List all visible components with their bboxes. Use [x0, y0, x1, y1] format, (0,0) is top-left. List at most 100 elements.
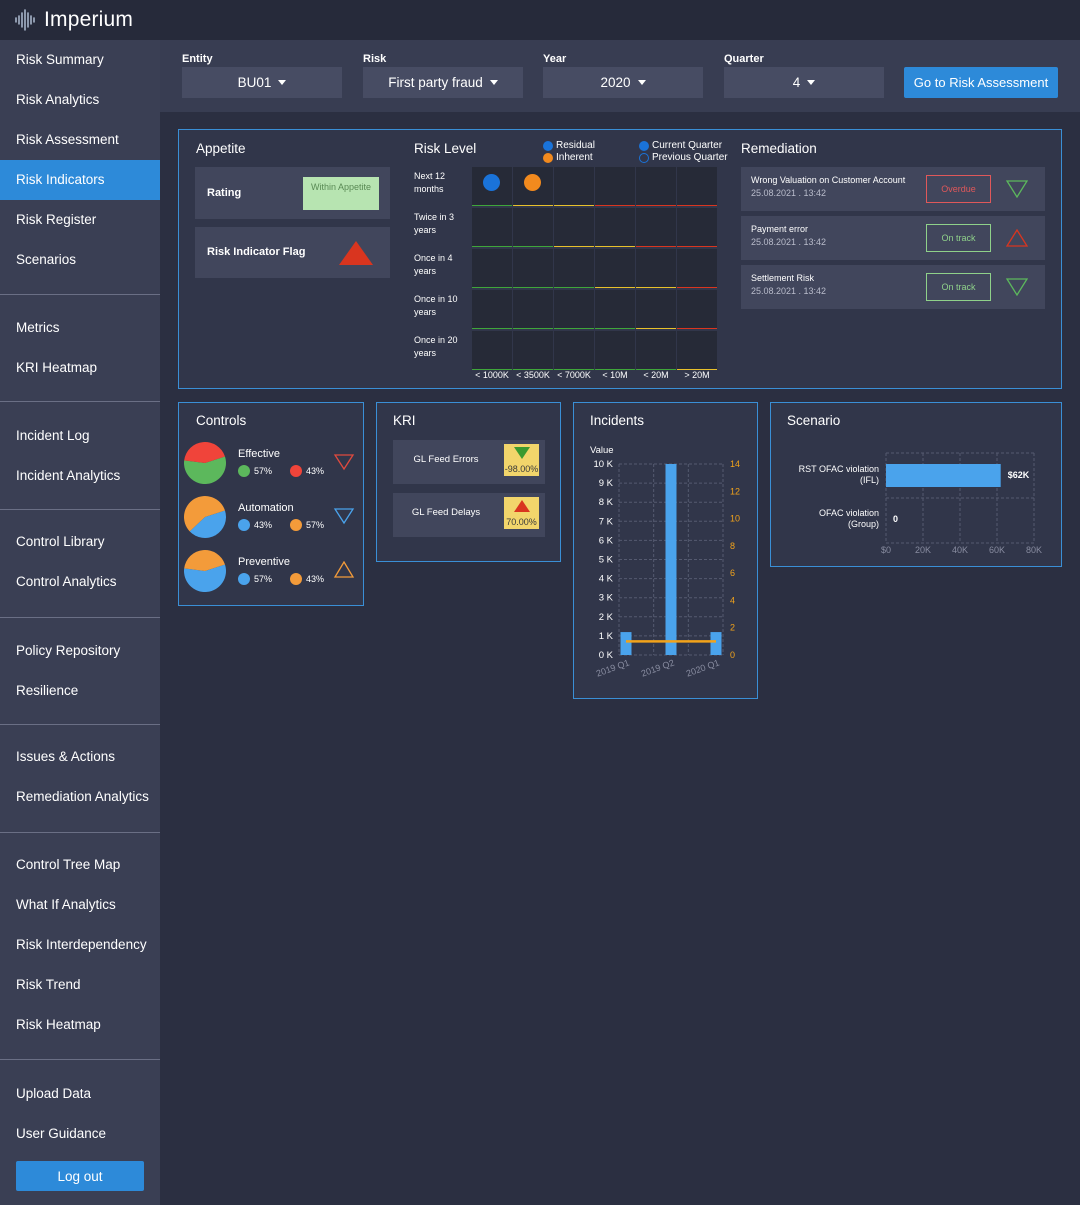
risk-label: Risk [363, 53, 387, 65]
risk-row-label: Once in 10 years [414, 294, 458, 317]
sidebar-item-incident-log[interactable]: Incident Log [0, 416, 160, 456]
sidebar-item-user-guidance[interactable]: User Guidance [0, 1114, 160, 1154]
incidents-chart: Value 0 K 1 K 2 K 3 K 4 K 5 K 6 K 7 K 8 K 9 K 10 K 0… [590, 445, 740, 679]
go-to-risk-assessment-button[interactable]: Go to Risk Assessment [904, 67, 1058, 98]
risk-cell[interactable] [636, 331, 676, 370]
sidebar-item-control-tree-map[interactable]: Control Tree Map [0, 845, 160, 885]
risk-threshold-line [677, 287, 717, 288]
x-tick-label: 20K [915, 545, 931, 555]
risk-cell[interactable] [595, 290, 635, 329]
risk-cell[interactable] [513, 331, 553, 370]
risk-col-label: < 7000K [557, 370, 591, 380]
incidents-ylabel: Value [590, 445, 614, 456]
logout-button[interactable]: Log out [16, 1161, 144, 1191]
sidebar-item-risk-interdependency[interactable]: Risk Interdependency [0, 925, 160, 965]
risk-overview-panel: Appetite Rating Within Appetite Risk Ind… [178, 129, 1062, 389]
risk-threshold-line [554, 328, 594, 329]
sidebar-item-risk-summary[interactable]: Risk Summary [0, 40, 160, 80]
legend-dot-icon [290, 519, 302, 531]
remediation-item[interactable]: Payment error 25.08.2021 . 13:42 On track [741, 216, 1045, 260]
risk-cell[interactable] [554, 331, 594, 370]
risk-cell[interactable] [513, 249, 553, 288]
scenario-bar[interactable] [886, 464, 1001, 487]
risk-cell[interactable] [513, 208, 553, 247]
risk-cell[interactable] [677, 249, 717, 288]
sidebar-item-risk-trend[interactable]: Risk Trend [0, 965, 160, 1005]
risk-cell[interactable] [513, 290, 553, 329]
y2-tick-label: 2 [730, 623, 735, 633]
risk-row-label: Once in 4 years [414, 253, 453, 276]
sidebar-item-issues-actions[interactable]: Issues & Actions [0, 737, 160, 777]
sidebar-item-incident-analytics[interactable]: Incident Analytics [0, 456, 160, 496]
rating-badge: Within Appetite [303, 177, 379, 210]
sidebar-item-remediation-analytics[interactable]: Remediation Analytics [0, 777, 160, 817]
y-tick-label: 8 K [599, 497, 614, 508]
risk-cell[interactable] [677, 167, 717, 206]
quarter-select[interactable]: 4 [724, 67, 884, 98]
risk-select[interactable]: First party fraud [363, 67, 523, 98]
incidents-bar[interactable] [665, 464, 677, 655]
sidebar-item-upload-data[interactable]: Upload Data [0, 1074, 160, 1114]
risk-cell[interactable] [595, 249, 635, 288]
x-tick-label: 80K [1026, 545, 1042, 555]
risk-cell[interactable] [636, 249, 676, 288]
legend-dot-icon [238, 573, 250, 585]
risk-cell[interactable] [636, 167, 676, 206]
incidents-title: Incidents [590, 413, 645, 428]
logo[interactable]: Imperium [14, 8, 133, 32]
risk-threshold-line [554, 205, 594, 206]
risk-cell[interactable] [472, 290, 512, 329]
risk-cell[interactable] [677, 290, 717, 329]
sidebar-item-risk-heatmap[interactable]: Risk Heatmap [0, 1005, 160, 1045]
category-label-suffix: (IFL) [860, 475, 879, 485]
remediation-item[interactable]: Settlement Risk 25.08.2021 . 13:42 On trac… [741, 265, 1045, 309]
risk-cell[interactable] [677, 331, 717, 370]
sidebar-item-control-library[interactable]: Control Library [0, 522, 160, 562]
risk-cell[interactable] [554, 290, 594, 329]
category-label: OFAC violation [819, 508, 879, 518]
sidebar-item-metrics[interactable]: Metrics [0, 308, 160, 348]
incidents-bar[interactable] [710, 632, 722, 655]
sidebar-item-risk-assessment[interactable]: Risk Assessment [0, 120, 160, 160]
legend-dot-icon [238, 465, 250, 477]
remediation-item[interactable]: Wrong Valuation on Customer Account 25.08… [741, 167, 1045, 211]
year-select[interactable]: 2020 [543, 67, 703, 98]
risk-threshold-line [513, 205, 553, 206]
kri-item[interactable]: GL Feed Errors -98.00% [393, 440, 545, 484]
y2-tick-label: 12 [730, 486, 740, 496]
risk-cell[interactable] [554, 208, 594, 247]
sidebar-item-what-if-analytics[interactable]: What If Analytics [0, 885, 160, 925]
sidebar-item-kri-heatmap[interactable]: KRI Heatmap [0, 348, 160, 388]
control-name: Automation [238, 502, 294, 514]
risk-cell[interactable] [677, 208, 717, 247]
sidebar-item-resilience[interactable]: Resilience [0, 671, 160, 711]
triangle-down-icon [514, 447, 530, 459]
x-tick-label: $0 [881, 545, 891, 555]
risk-cell[interactable] [554, 249, 594, 288]
sidebar-item-scenarios[interactable]: Scenarios [0, 240, 160, 280]
risk-cell[interactable] [472, 249, 512, 288]
scenario-panel: Scenario $0 20K 40K 60K 80K RST OFAC violatio… [770, 402, 1062, 567]
sidebar-item-risk-register[interactable]: Risk Register [0, 200, 160, 240]
sidebar-item-control-analytics[interactable]: Control Analytics [0, 562, 160, 602]
kri-item[interactable]: GL Feed Delays 70.00% [393, 493, 545, 537]
risk-cell[interactable] [472, 208, 512, 247]
year-label: Year [543, 53, 567, 65]
sidebar-item-risk-indicators[interactable]: Risk Indicators [0, 160, 160, 200]
entity-select[interactable]: BU01 [182, 67, 342, 98]
risk-cell[interactable] [636, 290, 676, 329]
risk-cell[interactable] [554, 167, 594, 206]
sidebar-item-policy-repository[interactable]: Policy Repository [0, 631, 160, 671]
risk-cell[interactable] [595, 167, 635, 206]
legend-previous-label: Previous Quarter [652, 152, 728, 163]
sidebar-item-risk-analytics[interactable]: Risk Analytics [0, 80, 160, 120]
y-tick-label: 4 K [599, 574, 614, 585]
risk-cell[interactable] [595, 331, 635, 370]
residual-marker[interactable] [483, 174, 500, 191]
risk-cell[interactable] [595, 208, 635, 247]
risk-cell[interactable] [636, 208, 676, 247]
incidents-bar[interactable] [620, 632, 632, 655]
risk-cell[interactable] [472, 331, 512, 370]
inherent-marker[interactable] [524, 174, 541, 191]
y2-tick-label: 4 [730, 595, 735, 605]
